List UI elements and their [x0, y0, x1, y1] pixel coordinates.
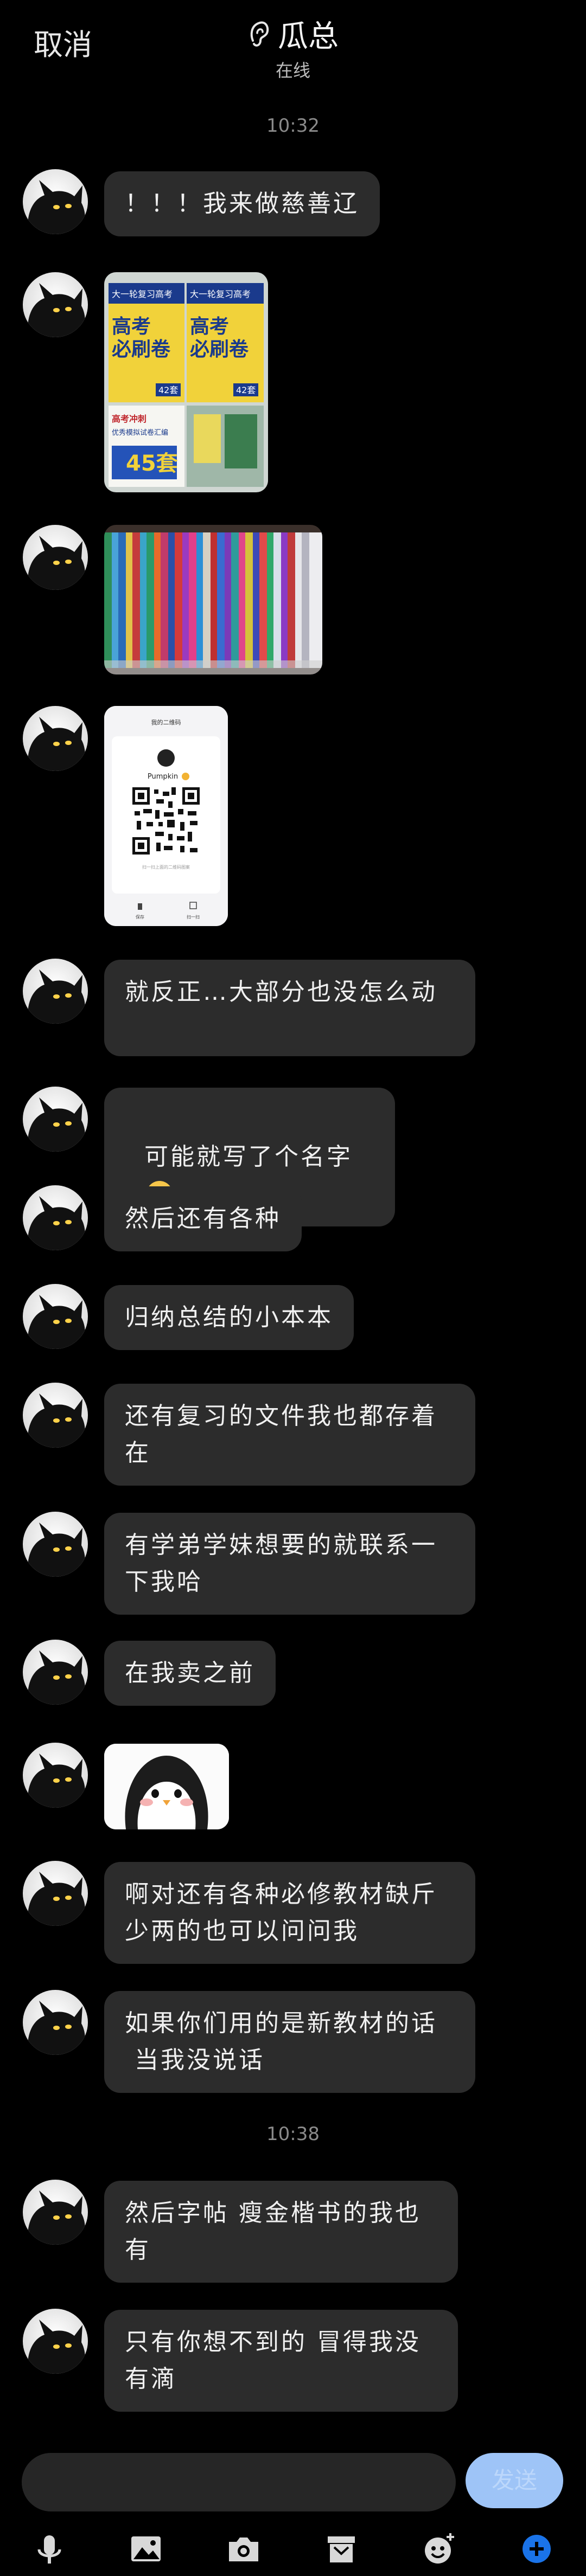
avatar[interactable] [23, 525, 88, 590]
message-bubble[interactable]: 还有复习的文件我也都存着 在 [104, 1384, 475, 1486]
ear-icon [250, 21, 269, 47]
book-title: 必刷卷 [112, 338, 171, 361]
message-bubble[interactable]: 如果你们用的是新教材的话 当我没说话 [104, 1991, 475, 2093]
message-bubble[interactable]: 有学弟学妹想要的就联系一 下我哈 [104, 1513, 475, 1615]
message-bubble[interactable]: ！！！我来做慈善辽 [104, 171, 380, 236]
avatar[interactable] [23, 959, 88, 1024]
qr-scan-label: 扫一扫 [187, 914, 200, 920]
avatar[interactable] [23, 1185, 88, 1250]
book-number: 45套 [126, 451, 178, 476]
photo-message-books[interactable]: 大一轮复习高考 大一轮复习高考 高考 必刷卷 高考 必刷卷 42套 42套 高考… [104, 272, 268, 492]
plus-icon[interactable] [518, 2530, 556, 2568]
avatar[interactable] [23, 1284, 88, 1349]
book-banner-text: 大一轮复习高考 [190, 289, 251, 299]
penguin-sticker[interactable] [104, 1744, 229, 1829]
message-text: 可能就写了个名字 [144, 1143, 353, 1171]
avatar[interactable] [23, 1743, 88, 1808]
message-bubble[interactable]: 然后还有各种 [104, 1186, 302, 1251]
chat-title: 瓜总 [278, 19, 339, 54]
book-badge: 42套 [236, 385, 256, 395]
qr-card-name: Pumpkin [148, 773, 178, 781]
message-input[interactable] [22, 2453, 456, 2511]
avatar[interactable] [23, 1990, 88, 2055]
qr-code-screenshot[interactable]: 我的二维码 Pumpkin 扫一扫上面的二维码图案 保存 扫一扫 [104, 706, 228, 926]
book-title: 必刷卷 [190, 338, 249, 361]
qr-card-title: 我的二维码 [151, 718, 181, 726]
mic-icon[interactable] [30, 2530, 68, 2568]
input-toolbar [0, 2520, 586, 2576]
avatar[interactable] [23, 1640, 88, 1705]
message-bubble[interactable]: 归纳总结的小本本 [104, 1285, 354, 1350]
message-bubble[interactable]: 只有你想不到的 冒得我没 有滴 [104, 2310, 458, 2412]
avatar[interactable] [23, 2309, 88, 2374]
book-title: 高考 [190, 316, 229, 338]
book-badge: 42套 [158, 385, 178, 395]
book-banner-text: 大一轮复习高考 [112, 289, 173, 299]
avatar[interactable] [23, 706, 88, 771]
chat-header: 瓜总 在线 [0, 12, 586, 82]
message-bubble[interactable]: 就反正…大部分也没怎么动 [104, 960, 475, 1056]
message-bubble[interactable]: 啊对还有各种必修教材缺斤 少两的也可以问问我 [104, 1862, 475, 1964]
message-bubble[interactable]: 在我卖之前 [104, 1641, 276, 1706]
online-status: 在线 [275, 60, 310, 81]
avatar[interactable] [23, 1087, 88, 1152]
message-bubble[interactable]: 然后字帖 瘦金楷书的我也 有 [104, 2181, 458, 2283]
avatar[interactable] [23, 1861, 88, 1926]
emoji-icon[interactable] [420, 2530, 458, 2568]
book-title: 高考 [112, 316, 151, 338]
qr-save-label: 保存 [136, 914, 144, 920]
avatar[interactable] [23, 2180, 88, 2245]
qr-card-hint: 扫一扫上面的二维码图案 [142, 864, 190, 870]
timestamp: 10:38 [266, 2123, 320, 2145]
avatar[interactable] [23, 1383, 88, 1448]
send-button[interactable]: 发送 [466, 2453, 563, 2508]
avatar[interactable] [23, 1512, 88, 1577]
box-icon[interactable] [322, 2530, 360, 2568]
camera-icon[interactable] [225, 2530, 263, 2568]
book-text: 高考冲刺 [112, 414, 146, 424]
avatar[interactable] [23, 272, 88, 337]
photo-message-bookshelf[interactable] [104, 525, 322, 674]
book-text: 优秀模拟试卷汇编 [112, 428, 168, 437]
image-icon[interactable] [127, 2530, 165, 2568]
avatar[interactable] [23, 169, 88, 234]
timestamp: 10:32 [266, 115, 320, 137]
